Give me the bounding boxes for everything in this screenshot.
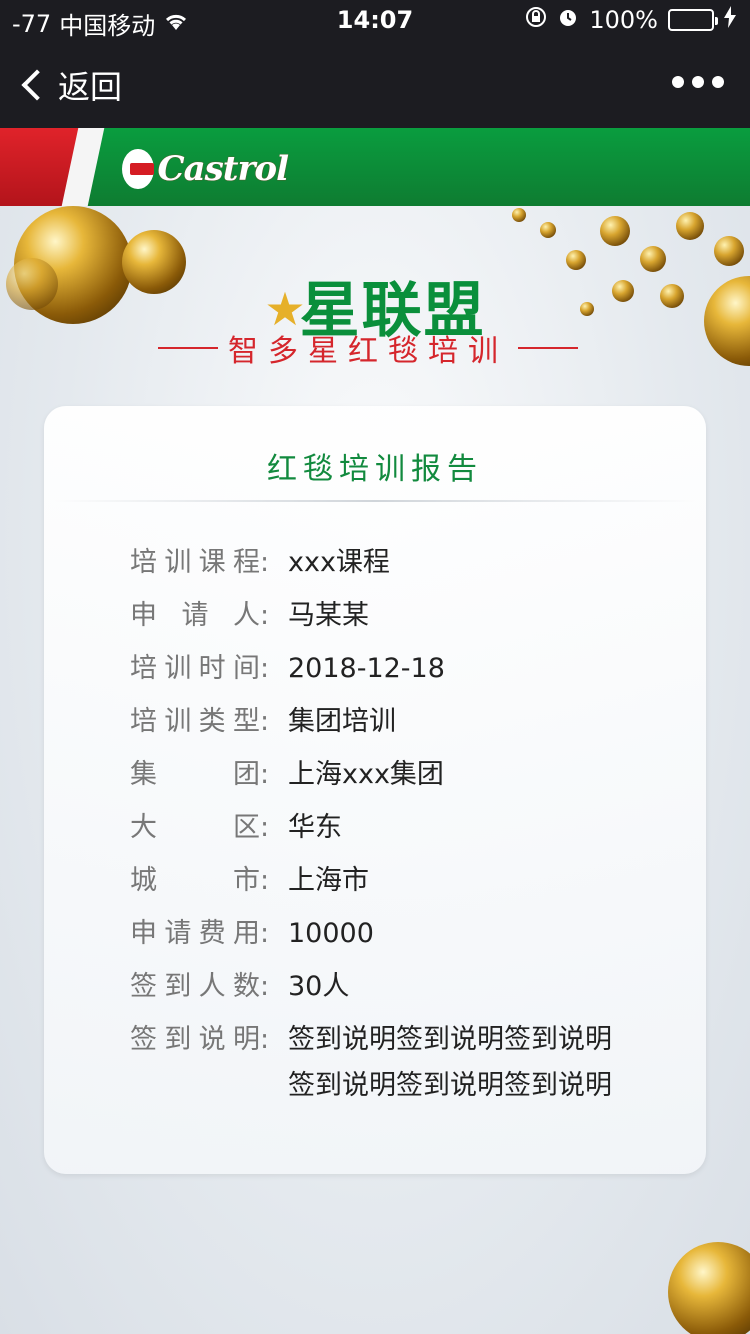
field-value: 30人 [288,971,350,1002]
gold-orb-icon [676,212,704,240]
alarm-icon [557,6,579,34]
report-title-divider [54,500,696,502]
report-card: 红毯培训报告 培训课程 : xxx课程 申请人 : 马某某 培训时间 : 201… [44,406,706,1174]
dot-icon [712,76,724,88]
status-right: 100% [525,6,736,34]
castrol-logo-text: Castrol [157,149,289,189]
field-label: 签到说明 [130,1024,260,1055]
field-label: 签到人数 [130,971,260,1002]
field-row-course: 培训课程 : xxx课程 [130,540,648,586]
gold-orb-icon [540,222,556,238]
field-label: 培训时间 [130,653,260,684]
brand-band: Castrol [0,128,750,206]
gold-orb-icon [512,208,526,222]
castrol-logo: Castrol [122,148,289,190]
dot-icon [692,76,704,88]
field-label: 集团 [130,759,260,790]
field-value: 10000 [288,918,374,949]
field-label: 城市 [130,865,260,896]
dot-icon [672,76,684,88]
gold-orb-icon [600,216,630,246]
field-row-attendance: 签到人数 : 30人 [130,964,648,1010]
back-button[interactable]: 返回 [18,62,122,108]
charging-icon [724,6,736,34]
field-value: 上海xxx集团 [288,759,444,790]
field-row-applicant: 申请人 : 马某某 [130,593,648,639]
castrol-emblem-icon [122,149,154,189]
field-value: 上海市 [288,865,369,896]
gold-orb-icon [668,1242,750,1334]
field-value: xxx课程 [288,547,390,578]
field-value: 华东 [288,812,342,843]
field-value: 签到说明签到说明签到说明签到说明签到说明签到说明 [288,1024,612,1101]
field-value: 2018-12-18 [288,653,445,684]
field-label: 申请费用 [130,918,260,949]
chevron-left-icon [21,69,53,101]
more-button[interactable] [672,76,724,88]
field-label: 申请人 [130,600,260,631]
battery-icon [668,9,718,31]
battery-percent: 100% [589,6,658,34]
field-label: 大区 [130,812,260,843]
field-row-region: 大区 : 华东 [130,805,648,851]
subtitle-divider-right [518,347,578,349]
field-row-type: 培训类型 : 集团培训 [130,699,648,745]
subtitle-divider-left [158,347,218,349]
subtitle-row: 智多星红毯培训 [158,328,578,369]
field-row-city: 城市 : 上海市 [130,858,648,904]
field-label: 培训课程 [130,547,260,578]
field-label: 培训类型 [130,706,260,737]
field-row-notes: 签到说明 : 签到说明签到说明签到说明签到说明签到说明签到说明 [130,1017,638,1109]
rotation-lock-icon [525,6,547,34]
field-value: 集团培训 [288,706,396,737]
nav-bar: 返回 [0,40,750,128]
report-title: 红毯培训报告 [267,452,483,487]
field-row-group: 集团 : 上海xxx集团 [130,752,648,798]
field-value: 马某某 [288,600,369,631]
page-subtitle: 智多星红毯培训 [228,334,508,369]
back-label: 返回 [58,68,123,106]
field-row-date: 培训时间 : 2018-12-18 [130,646,648,692]
status-bar: -77 中国移动 14:07 100% [0,0,750,40]
field-row-fee: 申请费用 : 10000 [130,911,648,957]
